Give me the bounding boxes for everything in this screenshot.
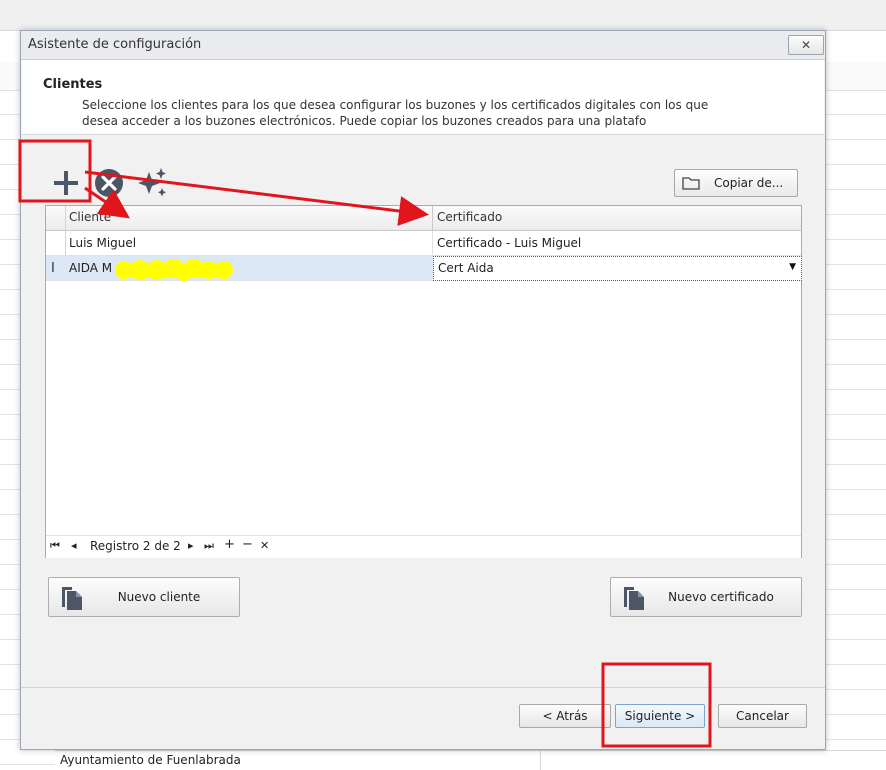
table-row[interactable]: Luis Miguel Certificado - Luis Miguel xyxy=(46,231,801,256)
last-record-icon[interactable]: ⏭ xyxy=(204,539,214,553)
cell-cliente[interactable]: AIDA M xyxy=(69,261,112,275)
column-header-cliente[interactable]: Cliente xyxy=(69,210,111,224)
next-record-icon[interactable]: ▸ xyxy=(188,539,194,552)
first-record-icon[interactable]: ⏮ xyxy=(50,539,60,553)
background-table-row[interactable]: Ayuntamiento de Fuenlabrada xyxy=(55,750,886,770)
certificado-dropdown[interactable]: Cert Aida ▼ xyxy=(433,256,802,281)
cancel-button[interactable]: Cancelar xyxy=(718,704,807,728)
section-description: Seleccione los clientes para los que des… xyxy=(82,98,709,128)
sparkle-icon xyxy=(138,168,166,197)
certificado-dropdown-value: Cert Aida xyxy=(438,261,494,275)
column-separator xyxy=(432,206,433,230)
record-navigator: ⏮ ◂ Registro 2 de 2 ▸ ⏭ + − ✕ xyxy=(46,535,801,558)
plus-icon xyxy=(54,171,78,195)
dialog-title: Asistente de configuración xyxy=(28,37,202,52)
configuration-wizard-dialog: Asistente de configuración ✕ Clientes Se… xyxy=(20,30,826,750)
new-client-label: Nuevo cliente xyxy=(117,590,201,604)
new-certificate-button[interactable]: Nuevo certificado xyxy=(610,577,802,617)
footer-separator xyxy=(21,687,825,688)
row-edit-indicator: I xyxy=(51,261,55,276)
remove-client-button[interactable] xyxy=(91,165,127,201)
previous-record-icon[interactable]: ◂ xyxy=(71,539,77,552)
close-button[interactable]: ✕ xyxy=(788,35,824,55)
grid-header: Cliente Certificado xyxy=(46,206,801,231)
wizard-header-panel: Clientes Seleccione los clientes para lo… xyxy=(22,60,824,135)
delete-record-icon[interactable]: − xyxy=(242,537,253,552)
close-icon: ✕ xyxy=(800,38,812,52)
auto-assign-button[interactable] xyxy=(134,165,170,201)
back-button[interactable]: < Atrás xyxy=(519,704,611,728)
cell-certificado[interactable]: Certificado - Luis Miguel xyxy=(437,236,581,250)
record-counter: Registro 2 de 2 xyxy=(90,539,181,553)
copy-from-button[interactable]: Copiar de... xyxy=(674,169,798,197)
redaction-mark xyxy=(115,259,233,281)
section-title: Clientes xyxy=(43,77,103,92)
background-window-top xyxy=(0,0,886,31)
column-header-certificado[interactable]: Certificado xyxy=(437,210,502,224)
background-row-text: Ayuntamiento de Fuenlabrada xyxy=(60,753,241,767)
copy-from-label: Copiar de... xyxy=(714,176,784,190)
cell-cliente[interactable]: Luis Miguel xyxy=(69,236,136,250)
table-row-selected[interactable]: I AIDA M Cert Aida ▼ xyxy=(46,256,802,281)
next-button[interactable]: Siguiente > xyxy=(615,704,705,728)
add-record-icon[interactable]: + xyxy=(224,537,235,552)
background-column-separator xyxy=(540,751,541,770)
clients-grid: Cliente Certificado Luis Miguel Certific… xyxy=(45,205,802,558)
dialog-titlebar[interactable]: Asistente de configuración ✕ xyxy=(21,31,825,60)
new-client-button[interactable]: Nuevo cliente xyxy=(48,577,240,617)
remove-circle-icon xyxy=(95,169,123,197)
cancel-edit-icon[interactable]: ✕ xyxy=(260,539,269,552)
new-certificate-label: Nuevo certificado xyxy=(668,590,774,604)
add-client-button[interactable] xyxy=(48,165,84,201)
dropdown-arrow-icon[interactable]: ▼ xyxy=(789,262,796,272)
folder-icon xyxy=(682,176,700,190)
cell-separator xyxy=(432,231,433,255)
